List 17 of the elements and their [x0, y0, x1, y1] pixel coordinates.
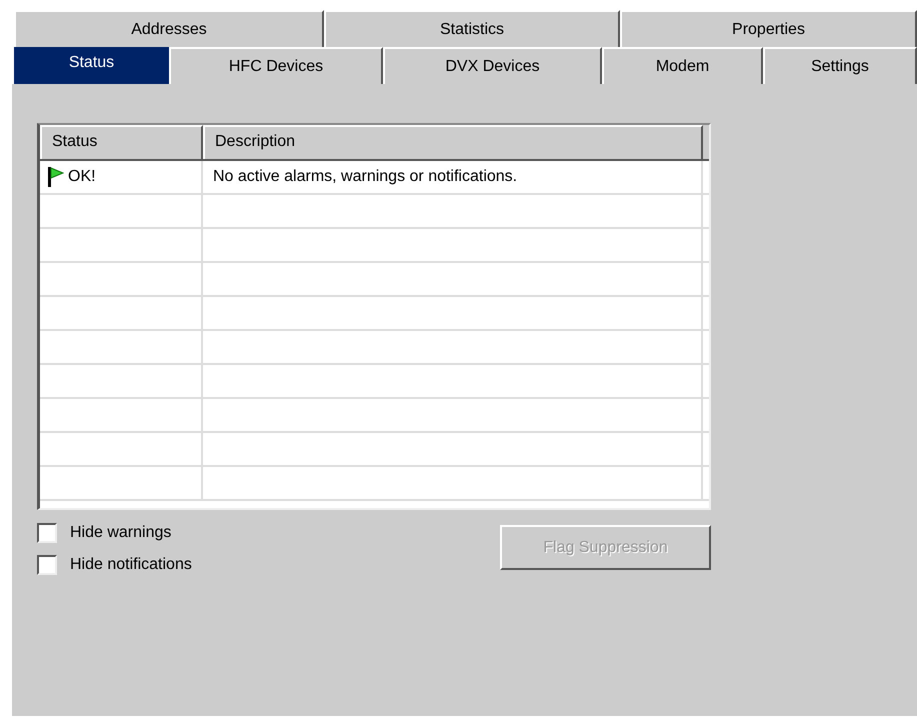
table-cell: No active alarms, warnings or notifications.: [203, 161, 703, 193]
column-header[interactable]: Status: [40, 125, 203, 159]
checkbox[interactable]: [37, 523, 57, 543]
tab[interactable]: Addresses: [14, 10, 324, 47]
tab[interactable]: Properties: [620, 10, 917, 47]
column-header[interactable]: Description: [203, 125, 703, 159]
tab[interactable]: HFC Devices: [169, 47, 383, 84]
flag-icon: [48, 167, 64, 187]
checkbox-label[interactable]: Hide warnings: [70, 524, 172, 542]
tab[interactable]: Statistics: [324, 10, 620, 47]
tab[interactable]: Settings: [763, 47, 917, 84]
tab[interactable]: Modem: [602, 47, 763, 84]
checkbox-label[interactable]: Hide notifications: [70, 556, 192, 574]
checkbox[interactable]: [37, 555, 57, 575]
tab[interactable]: DVX Devices: [383, 47, 602, 84]
tab[interactable]: Status: [14, 47, 169, 84]
table-cell: OK!: [68, 168, 96, 186]
